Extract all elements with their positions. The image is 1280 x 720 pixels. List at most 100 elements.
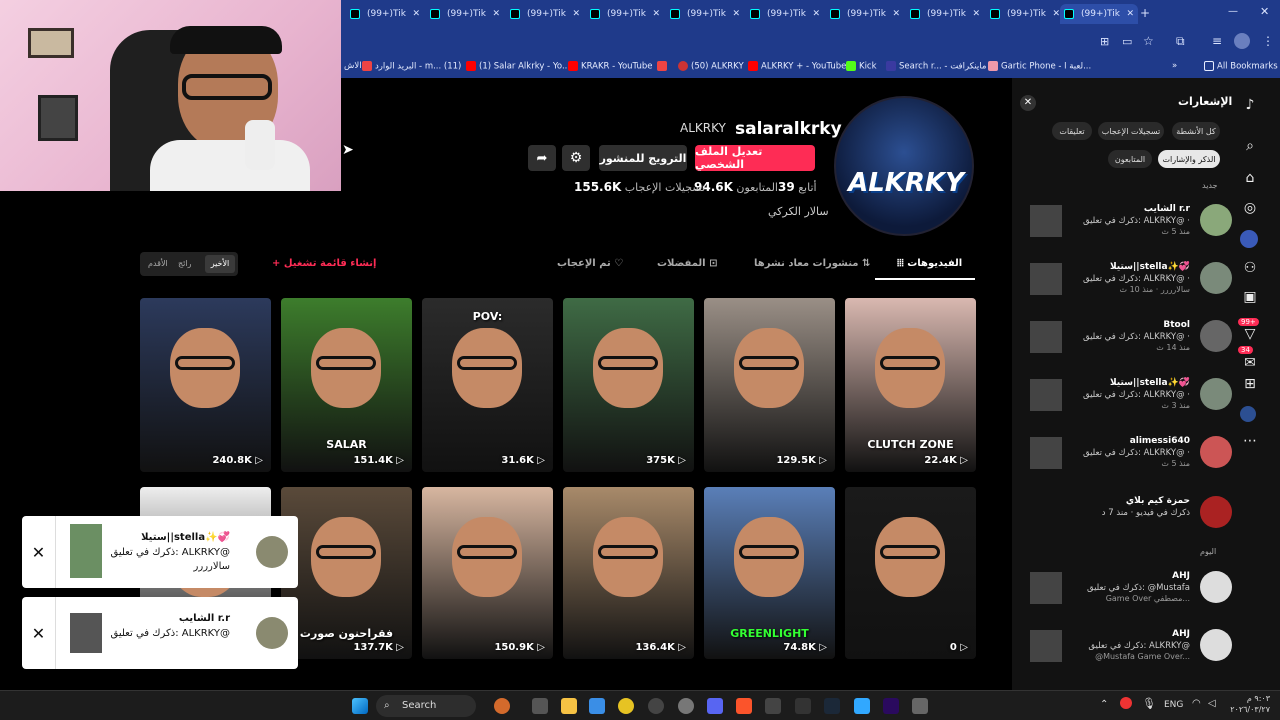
- close-icon[interactable]: ✕: [652, 9, 660, 19]
- discord-icon[interactable]: [707, 698, 723, 714]
- messages-icon[interactable]: ✉: [1240, 355, 1260, 375]
- home-icon[interactable]: ⌂: [1240, 170, 1260, 190]
- tray-app-icon[interactable]: [1120, 697, 1132, 709]
- avatar[interactable]: [1200, 436, 1232, 468]
- bookmark-item[interactable]: Search r... - ماينكرافت: [886, 61, 986, 72]
- video-thumbnail[interactable]: GREENLIGHT 74.8K ▷: [704, 487, 835, 659]
- tab-videos[interactable]: ⦙⦙⦙ الفيديوهات: [897, 258, 962, 269]
- mic-icon[interactable]: 🎙: [1142, 697, 1156, 710]
- video-thumbnail[interactable]: 0 ▷: [845, 487, 976, 659]
- post-thumbnail[interactable]: [1030, 630, 1062, 662]
- notification-user[interactable]: ستيلا||stella✨💞: [1110, 262, 1190, 272]
- close-icon[interactable]: ✕: [492, 9, 500, 19]
- avatar[interactable]: [1200, 629, 1232, 661]
- settings-icon[interactable]: [678, 698, 694, 714]
- browser-tab-active[interactable]: (99+)Tik ✕: [1060, 4, 1138, 24]
- browser-tab[interactable]: (99+)Tik ✕: [346, 4, 424, 24]
- avatar[interactable]: [1200, 496, 1232, 528]
- translate-icon[interactable]: ⊞: [1100, 35, 1109, 48]
- post-thumbnail[interactable]: [70, 524, 102, 578]
- notification-item[interactable]: AHJ ذكرك في تعليق: @Mustafa Game Over مصطف…: [1020, 567, 1232, 617]
- notification-item[interactable]: alimessi640 ذكرك في تعليق: ALKRKY@ · منذ 5…: [1020, 432, 1232, 482]
- create-playlist-button[interactable]: + إنشاء قائمة تشغيل: [272, 258, 376, 269]
- brave-icon[interactable]: [736, 698, 752, 714]
- live-icon[interactable]: ▣: [1240, 289, 1260, 309]
- notification-item[interactable]: الشايب r.r ذكرك في تعليق: ALKRKY@ · منذ 5 …: [1020, 200, 1232, 250]
- close-icon[interactable]: ✕: [22, 597, 56, 669]
- browser-menu-icon[interactable]: ⋮: [1262, 34, 1274, 48]
- explore-icon[interactable]: ◎: [1240, 200, 1260, 220]
- clock-time[interactable]: ٩:٠٣ م: [1226, 694, 1270, 703]
- bookmark-item[interactable]: ALKRKY + - YouTube: [748, 61, 846, 72]
- video-thumbnail[interactable]: 136.4K ▷: [563, 487, 694, 659]
- video-thumbnail[interactable]: POV: 31.6K ▷: [422, 298, 553, 472]
- notification-user[interactable]: حمزة كيم بلاي: [1126, 496, 1190, 506]
- bookmarks-overflow-icon[interactable]: »: [1172, 61, 1177, 71]
- tab-favorites[interactable]: المفضلات ⊡: [657, 258, 717, 269]
- sort-oldest[interactable]: الأقدم: [148, 259, 168, 268]
- bookmark-item[interactable]: Gartic Phone - لعبة ا...: [988, 61, 1091, 72]
- sort-latest[interactable]: الأخير: [205, 255, 235, 273]
- close-icon[interactable]: ✕: [572, 9, 580, 19]
- avatar[interactable]: [1200, 262, 1232, 294]
- video-thumbnail[interactable]: 129.5K ▷: [704, 298, 835, 472]
- promote-post-button[interactable]: الترويج للمنشور: [599, 145, 687, 171]
- post-thumbnail[interactable]: [70, 613, 102, 653]
- notification-item[interactable]: ستيلا||stella✨💞 ذكرك في تعليق: ALKRKY@ · م…: [1020, 374, 1232, 424]
- obs-icon[interactable]: [648, 698, 664, 714]
- notification-user[interactable]: ستيلا||stella✨💞: [1110, 378, 1190, 388]
- tray-overflow-icon[interactable]: ⌃: [1100, 699, 1108, 710]
- bookmark-item[interactable]: (50) ALKRKY: [678, 61, 744, 72]
- volume-icon[interactable]: ◁: [1208, 698, 1216, 709]
- followers-stat[interactable]: 94.6K المتابعون: [694, 180, 778, 194]
- live-avatar-icon[interactable]: [1240, 230, 1258, 248]
- widget-icon[interactable]: [494, 698, 510, 714]
- minimize-icon[interactable]: —: [1228, 6, 1238, 17]
- sort-popular[interactable]: رائج: [178, 259, 191, 268]
- reading-list-icon[interactable]: ≡: [1212, 34, 1222, 48]
- avatar[interactable]: [1200, 378, 1232, 410]
- notification-user[interactable]: Btool: [1163, 320, 1190, 330]
- task-view-icon[interactable]: [532, 698, 548, 714]
- tiktok-logo-icon[interactable]: ♪: [1240, 97, 1260, 117]
- more-icon[interactable]: ⋯: [1240, 433, 1260, 453]
- bookmark-item[interactable]: البريد الوارد - m... (11): [362, 61, 461, 72]
- post-thumbnail[interactable]: [1030, 379, 1062, 411]
- filter-comments[interactable]: تعليقات: [1052, 122, 1092, 140]
- all-bookmarks[interactable]: All Bookmarks: [1204, 61, 1278, 72]
- edit-profile-button[interactable]: تعديل الملف الشخصي: [695, 145, 815, 171]
- browser-tab[interactable]: (99+)Tik ✕: [746, 4, 824, 24]
- close-icon[interactable]: ✕: [812, 9, 820, 19]
- video-thumbnail[interactable]: 375K ▷: [563, 298, 694, 472]
- photoshop-icon[interactable]: [854, 698, 870, 714]
- video-thumbnail[interactable]: 240.8K ▷: [140, 298, 271, 472]
- browser-tab[interactable]: (99+)Tik ✕: [586, 4, 664, 24]
- bookmark-item[interactable]: Kick: [846, 61, 877, 72]
- app-icon[interactable]: [765, 698, 781, 714]
- share-icon[interactable]: ➦: [528, 145, 556, 171]
- filter-mentions[interactable]: الذكر والإشارات: [1158, 150, 1220, 168]
- post-thumbnail[interactable]: [1030, 263, 1062, 295]
- wifi-icon[interactable]: ◠: [1192, 698, 1201, 709]
- extensions-icon[interactable]: ⧉: [1176, 34, 1185, 49]
- avatar[interactable]: [1200, 204, 1232, 236]
- video-thumbnail[interactable]: SALAR 151.4K ▷: [281, 298, 412, 472]
- post-thumbnail[interactable]: [1030, 205, 1062, 237]
- notification-toast[interactable]: ✕ الشايب r.r ذكرك في تعليق: ALKRKY@: [22, 597, 298, 669]
- profile-icon[interactable]: [1240, 406, 1256, 422]
- close-icon[interactable]: ✕: [22, 516, 56, 588]
- cast-icon[interactable]: ▭: [1122, 35, 1132, 48]
- store-icon[interactable]: [589, 698, 605, 714]
- browser-tab[interactable]: (99+)Tik ✕: [506, 4, 584, 24]
- clock-date[interactable]: ٢٠٢٦/٠٣/٢٧: [1226, 705, 1270, 714]
- language-indicator[interactable]: ENG: [1164, 700, 1183, 710]
- tab-liked[interactable]: تم الإعجاب ♡: [557, 258, 623, 269]
- browser-tab[interactable]: (99+)Tik ✕: [826, 4, 904, 24]
- video-thumbnail[interactable]: CLUTCH ZONE 22.4K ▷: [845, 298, 976, 472]
- video-thumbnail[interactable]: 150.9K ▷: [422, 487, 553, 659]
- browser-tab[interactable]: (99+)Tik ✕: [906, 4, 984, 24]
- browser-tab[interactable]: (99+)Tik ✕: [986, 4, 1064, 24]
- notification-item[interactable]: حمزة كيم بلاي ذكرك في فيديو · منذ 7 د: [1020, 492, 1232, 542]
- taskbar-search[interactable]: ⌕ Search: [376, 695, 476, 717]
- filter-all-activity[interactable]: كل الأنشطة: [1172, 122, 1220, 140]
